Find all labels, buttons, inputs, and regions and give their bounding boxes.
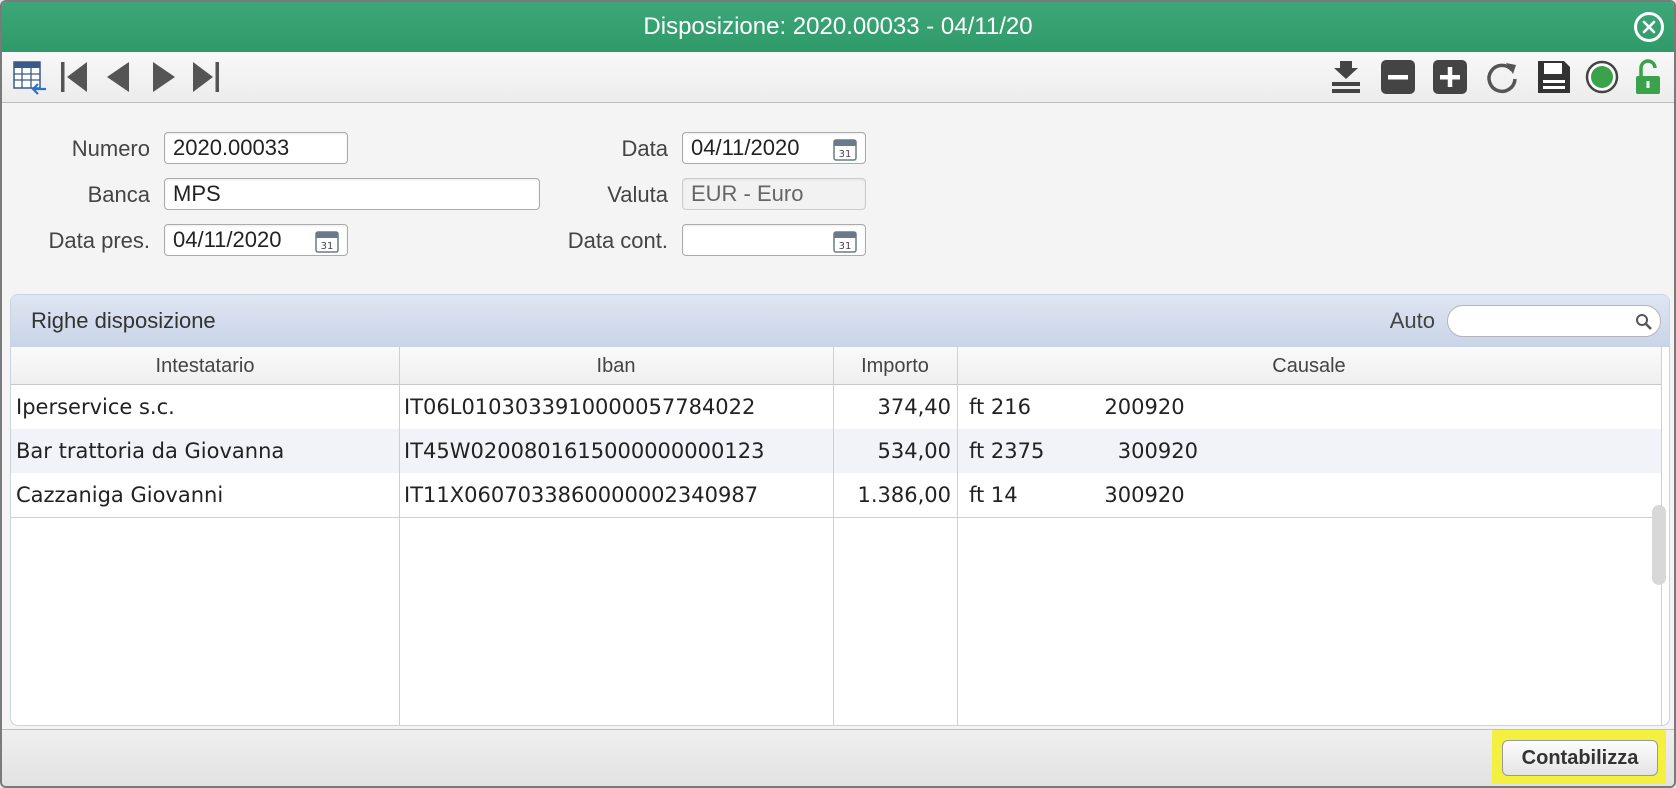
title-bar: Disposizione: 2020.00033 - 04/11/20 bbox=[2, 2, 1674, 52]
cell-importo: 1.386,00 bbox=[857, 483, 951, 507]
grid-divider bbox=[11, 517, 1661, 518]
grid-scrollbar[interactable] bbox=[1652, 505, 1666, 585]
cell-causale: ft 216 200920 bbox=[969, 395, 1185, 419]
numero-label: Numero bbox=[71, 136, 150, 161]
toolbar bbox=[2, 52, 1674, 103]
download-icon[interactable] bbox=[1326, 58, 1366, 96]
banca-field[interactable]: MPS bbox=[164, 178, 540, 210]
window-title: Disposizione: 2020.00033 - 04/11/20 bbox=[643, 13, 1033, 40]
cell-iban: IT11X0607033860000002340987 bbox=[404, 483, 759, 507]
numero-field[interactable]: 2020.00033 bbox=[164, 132, 348, 164]
data-field[interactable]: 04/11/2020 31 bbox=[682, 132, 866, 164]
panel-header: Righe disposizione Auto bbox=[11, 295, 1669, 347]
disposizione-window: Disposizione: 2020.00033 - 04/11/20 Nume… bbox=[0, 0, 1676, 788]
cell-causale: ft 2375 300920 bbox=[969, 439, 1198, 463]
valuta-label: Valuta bbox=[607, 182, 668, 207]
data-pres-field[interactable]: 04/11/2020 31 bbox=[164, 224, 348, 256]
cell-importo: 374,40 bbox=[877, 395, 951, 419]
status-dot-icon[interactable] bbox=[1582, 58, 1622, 96]
contabilizza-button[interactable]: Contabilizza bbox=[1502, 740, 1658, 776]
table-row[interactable]: Cazzaniga Giovanni IT11X0607033860000002… bbox=[11, 473, 1661, 517]
first-record-icon[interactable] bbox=[54, 58, 94, 96]
svg-text:31: 31 bbox=[839, 149, 852, 160]
delete-icon[interactable] bbox=[1378, 58, 1418, 96]
col-header-causale[interactable]: Causale bbox=[957, 347, 1661, 385]
cell-intestatario: Iperservice s.c. bbox=[16, 395, 175, 419]
col-header-intestatario[interactable]: Intestatario bbox=[11, 347, 399, 385]
valuta-field: EUR - Euro bbox=[682, 178, 866, 210]
data-value: 04/11/2020 bbox=[691, 135, 800, 160]
col-header-importo[interactable]: Importo bbox=[833, 347, 957, 385]
column-divider bbox=[833, 347, 834, 725]
search-icon[interactable] bbox=[1635, 313, 1653, 336]
col-header-iban[interactable]: Iban bbox=[399, 347, 833, 385]
data-pres-value: 04/11/2020 bbox=[173, 227, 282, 252]
cell-intestatario: Cazzaniga Giovanni bbox=[16, 483, 224, 507]
refresh-icon[interactable] bbox=[1482, 58, 1522, 96]
data-pres-label: Data pres. bbox=[48, 228, 151, 253]
column-divider bbox=[399, 347, 400, 725]
banca-label: Banca bbox=[87, 182, 150, 207]
data-label: Data bbox=[621, 136, 668, 161]
next-record-icon[interactable] bbox=[144, 58, 184, 96]
prev-record-icon[interactable] bbox=[98, 58, 138, 96]
righe-disposizione-panel: Righe disposizione Auto Intestatario Iba… bbox=[10, 294, 1670, 726]
add-icon[interactable] bbox=[1430, 58, 1470, 96]
data-cont-label: Data cont. bbox=[567, 228, 668, 253]
cell-intestatario: Bar trattoria da Giovanna bbox=[16, 439, 285, 463]
auto-label: Auto bbox=[1389, 308, 1435, 333]
search-input[interactable] bbox=[1447, 305, 1661, 337]
table-row[interactable]: Bar trattoria da Giovanna IT45W020080161… bbox=[11, 429, 1661, 473]
svg-text:31: 31 bbox=[839, 241, 852, 252]
svg-text:31: 31 bbox=[321, 241, 334, 252]
close-icon[interactable] bbox=[1634, 12, 1664, 42]
unlocked-icon[interactable] bbox=[1628, 58, 1668, 96]
data-cont-field[interactable]: 31 bbox=[682, 224, 866, 256]
calendar-icon[interactable]: 31 bbox=[315, 229, 339, 261]
calendar-icon[interactable]: 31 bbox=[833, 137, 857, 169]
footer-bar: Contabilizza bbox=[2, 729, 1674, 786]
table-row[interactable]: Iperservice s.c. IT06L010303391000005778… bbox=[11, 385, 1661, 429]
cell-iban: IT06L0103033910000057784022 bbox=[404, 395, 756, 419]
column-divider bbox=[957, 347, 958, 725]
panel-title: Righe disposizione bbox=[31, 308, 216, 333]
save-icon[interactable] bbox=[1534, 58, 1574, 96]
cell-causale: ft 14 300920 bbox=[969, 483, 1185, 507]
calendar-icon[interactable]: 31 bbox=[833, 229, 857, 261]
last-record-icon[interactable] bbox=[186, 58, 226, 96]
grid-back-icon[interactable] bbox=[10, 58, 50, 96]
cell-iban: IT45W0200801615000000000123 bbox=[404, 439, 765, 463]
cell-importo: 534,00 bbox=[877, 439, 951, 463]
